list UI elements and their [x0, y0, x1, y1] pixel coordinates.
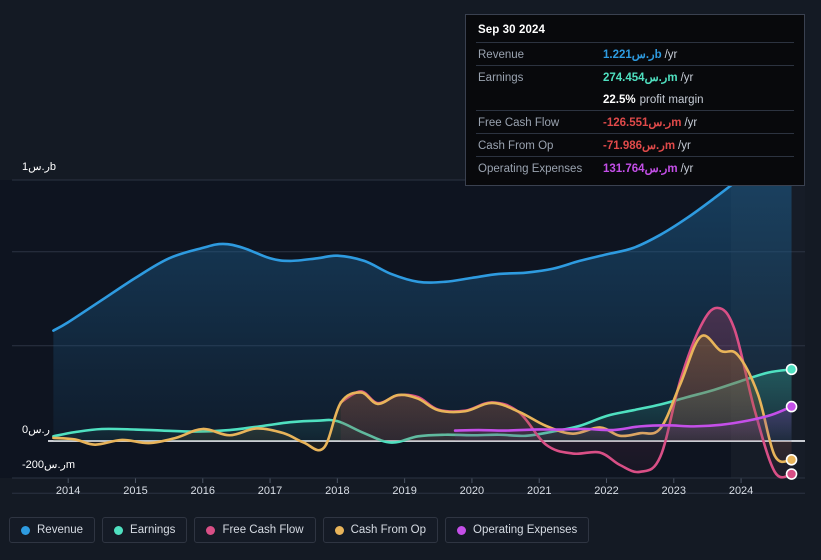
financial-chart: 1ر.سb 0ر.س -200ر.سm 2014 2015 2016 2017 2018… — [0, 0, 821, 560]
y-axis-zero-label: 0ر.س — [22, 424, 50, 436]
tooltip-row-label: Operating Expenses — [478, 163, 583, 175]
tooltip-row-value-wrap: 22.5% profit margin — [603, 90, 704, 108]
tooltip-row-unit: /yr — [678, 140, 691, 152]
x-tick-2017: 2017 — [257, 485, 283, 497]
legend-color-dot-icon — [206, 525, 216, 535]
tooltip-row-label: Cash From Op — [478, 140, 554, 152]
endpoint-marker-operating-expenses — [785, 400, 798, 413]
tooltip-row-value: 131.764ر.سm — [603, 163, 678, 175]
x-tick-2023: 2023 — [661, 485, 687, 497]
tooltip-row-sublabel: profit margin — [639, 94, 704, 106]
tooltip-row: Revenue 1.221ر.سb/yr — [476, 42, 794, 65]
tooltip-row-unit: /yr — [684, 117, 698, 129]
tooltip-row-unit: /yr — [680, 72, 694, 84]
endpoint-marker-earnings — [785, 363, 798, 376]
legend-item-label: Cash From Op — [350, 524, 427, 536]
x-tick-2014: 2014 — [55, 485, 81, 497]
legend-item-label: Free Cash Flow — [222, 524, 304, 536]
tooltip-row: Free Cash Flow -126.551ر.سm/yr — [476, 110, 794, 133]
tooltip-row-value: -71.986ر.سm — [603, 140, 676, 152]
tooltip-row-value-wrap: -71.986ر.سm/yr — [603, 136, 691, 154]
legend-item-cash-from-op[interactable]: Cash From Op — [322, 517, 439, 543]
endpoint-marker-cash-from-op — [785, 453, 798, 466]
chart-legend: Revenue Earnings Free Cash Flow Cash From O… — [9, 517, 590, 543]
x-tick-2024: 2024 — [728, 485, 754, 497]
tooltip-row-value: 274.454ر.سm — [603, 72, 678, 84]
legend-item-free-cash-flow[interactable]: Free Cash Flow — [194, 517, 316, 543]
x-tick-2018: 2018 — [325, 485, 350, 497]
tooltip-row-unit: /yr — [664, 49, 678, 61]
data-tooltip: Sep 30 2024 Revenue 1.221ر.سb/yr Earnings 2… — [465, 14, 805, 186]
x-tick-2016: 2016 — [190, 485, 215, 497]
x-tick-2019: 2019 — [392, 485, 417, 497]
tooltip-row: Operating Expenses 131.764ر.سm/yr — [476, 156, 794, 179]
legend-item-label: Operating Expenses — [473, 524, 578, 536]
tooltip-row-label: Earnings — [478, 72, 524, 84]
legend-color-dot-icon — [334, 525, 344, 535]
tooltip-row-label: Revenue — [478, 49, 525, 61]
legend-color-dot-icon — [21, 525, 30, 535]
tooltip-row-value-wrap: 1.221ر.سb/yr — [603, 45, 677, 63]
legend-item-earnings[interactable]: Earnings — [102, 517, 188, 543]
tooltip-row-value: -126.551ر.سm — [603, 117, 682, 129]
tooltip-row-value-wrap: 131.764ر.سm/yr — [603, 159, 693, 177]
x-tick-2015: 2015 — [123, 485, 148, 497]
x-tick-2021: 2021 — [526, 485, 552, 497]
legend-item-revenue[interactable]: Revenue — [9, 517, 96, 543]
legend-item-label: Revenue — [37, 524, 84, 536]
y-axis-bottom-label: -200ر.سm — [22, 459, 75, 471]
tooltip-row-value: 22.5% — [603, 94, 636, 106]
legend-item-operating-expenses[interactable]: Operating Expenses — [445, 517, 590, 543]
tooltip-row: 22.5% profit margin — [476, 88, 794, 110]
tooltip-rows: Revenue 1.221ر.سb/yr Earnings 274.454ر.سm/y… — [476, 42, 794, 179]
x-tick-2020: 2020 — [459, 485, 485, 497]
tooltip-row: Cash From Op -71.986ر.سm/yr — [476, 133, 794, 156]
tooltip-row-value: 1.221ر.سb — [603, 49, 662, 61]
tooltip-row: Earnings 274.454ر.سm/yr — [476, 65, 794, 88]
legend-color-dot-icon — [457, 525, 467, 535]
legend-color-dot-icon — [114, 525, 124, 535]
tooltip-row-value-wrap: 274.454ر.سm/yr — [603, 68, 693, 86]
tooltip-row-unit: /yr — [680, 163, 694, 175]
endpoint-marker-free-cash-flow — [785, 468, 798, 480]
x-tick-2022: 2022 — [594, 485, 619, 497]
legend-item-label: Earnings — [130, 524, 176, 536]
tooltip-date: Sep 30 2024 — [478, 24, 545, 36]
y-axis-top-label: 1ر.سb — [22, 161, 57, 173]
tooltip-row-label: Free Cash Flow — [478, 117, 560, 129]
tooltip-row-value-wrap: -126.551ر.سm/yr — [603, 113, 697, 131]
